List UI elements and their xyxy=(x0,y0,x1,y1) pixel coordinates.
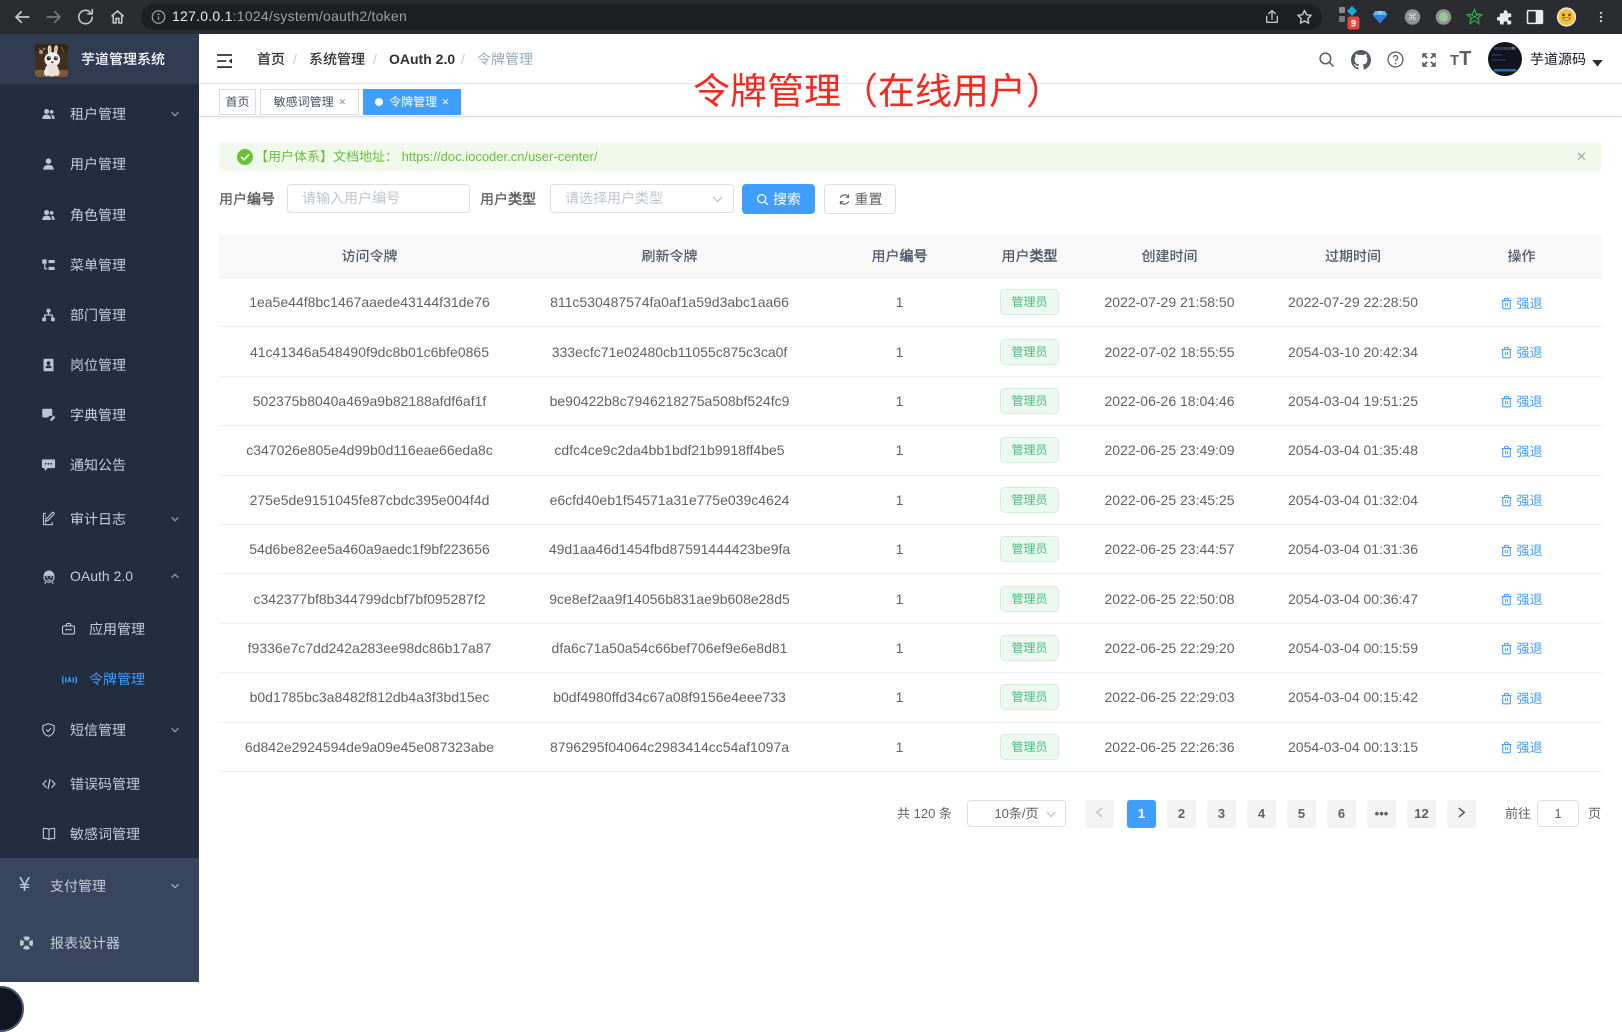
svg-text:⌘: ⌘ xyxy=(1408,12,1417,22)
svg-text:9: 9 xyxy=(1351,19,1356,30)
